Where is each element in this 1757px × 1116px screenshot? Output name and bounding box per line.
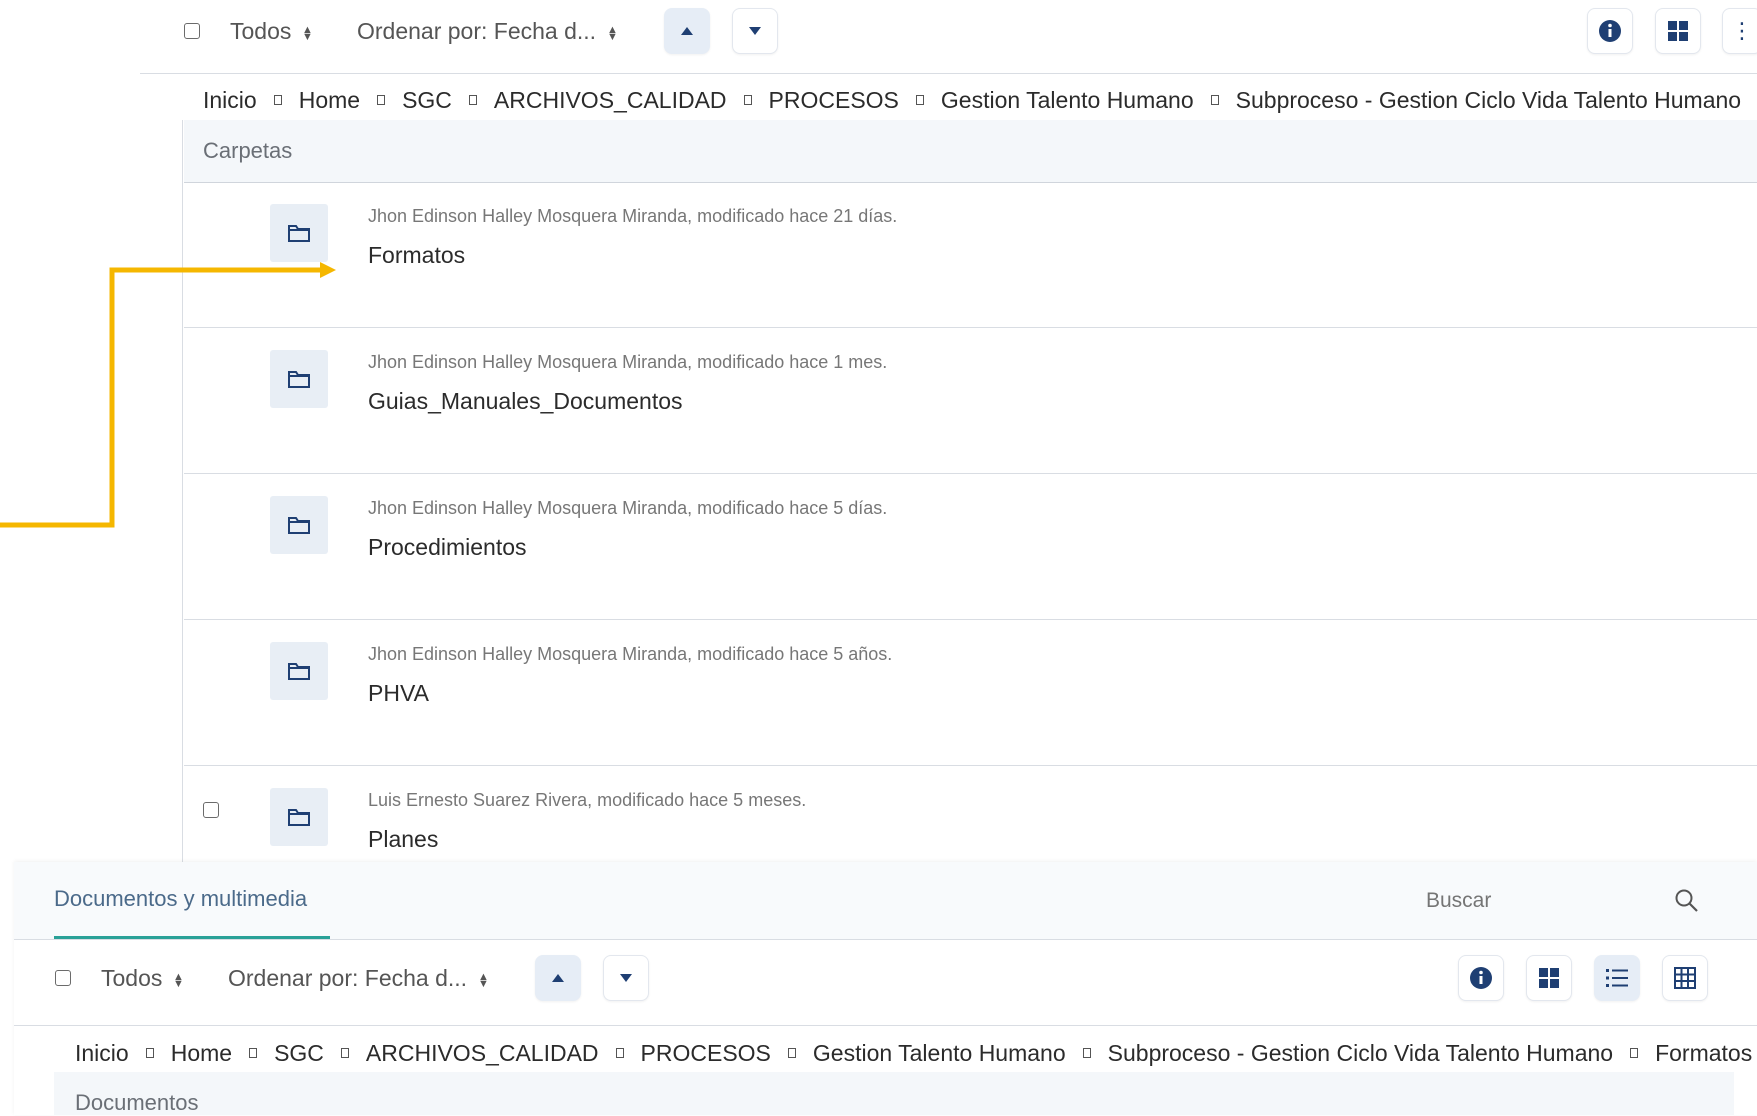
sort-descending-button[interactable]	[732, 8, 778, 54]
list-item[interactable]: Jhon Edinson Halley Mosquera Miranda, mo…	[184, 182, 1757, 328]
breadcrumb-item-gestion-talento-humano[interactable]: Gestion Talento Humano	[813, 1040, 1066, 1067]
folder-name[interactable]: PHVA	[368, 680, 429, 707]
folder-tile	[270, 642, 328, 700]
breadcrumb-separator-icon	[1210, 94, 1219, 105]
documents-panel: Documentos y multimedia Todos ▲▼ Ordenar…	[14, 862, 1757, 1115]
breadcrumb-item-inicio[interactable]: Inicio	[75, 1040, 129, 1067]
tab-documentos-multimedia[interactable]: Documentos y multimedia	[54, 862, 330, 939]
folder-meta: Jhon Edinson Halley Mosquera Miranda, mo…	[368, 206, 898, 226]
folder-name[interactable]: Planes	[368, 826, 438, 853]
breadcrumb: Inicio Home SGC ARCHIVOS_CALIDAD PROCESO…	[203, 87, 1741, 114]
search-icon[interactable]	[1674, 888, 1700, 914]
list-view-icon	[1606, 969, 1628, 987]
folder-tile	[270, 788, 328, 846]
folder-meta: Jhon Edinson Halley Mosquera Miranda, mo…	[368, 352, 888, 372]
documents-section-header: Documentos	[54, 1072, 1734, 1115]
documents-tab-bar: Documentos y multimedia	[14, 862, 1757, 940]
caret-up-icon	[681, 27, 693, 35]
sort-dropdown[interactable]: Ordenar por: Fecha d...	[357, 18, 596, 45]
info-button[interactable]	[1587, 8, 1633, 54]
list-item[interactable]: Jhon Edinson Halley Mosquera Miranda, mo…	[184, 473, 1757, 620]
docs-toolbar-divider	[14, 1025, 1757, 1026]
folder-meta: Jhon Edinson Halley Mosquera Miranda, mo…	[368, 498, 888, 518]
breadcrumb-separator-icon	[145, 1047, 154, 1058]
docs-select-all-checkbox[interactable]	[55, 970, 71, 986]
folder-icon	[288, 225, 310, 242]
search-input[interactable]	[1424, 882, 1658, 920]
select-all-updown-icon[interactable]: ▲ ▼	[302, 25, 313, 43]
breadcrumb-item-home[interactable]: Home	[299, 87, 360, 114]
docs-sort-ascending-button[interactable]	[535, 955, 581, 1001]
docs-breadcrumb: Inicio Home SGC ARCHIVOS_CALIDAD PROCESO…	[75, 1040, 1752, 1067]
folders-section-header: Carpetas	[184, 120, 1757, 183]
breadcrumb-item-procesos[interactable]: PROCESOS	[769, 87, 899, 114]
more-options-icon: ⋮	[1731, 18, 1753, 43]
docs-grid-view-button[interactable]	[1526, 955, 1572, 1001]
info-icon	[1470, 967, 1492, 989]
folder-tile	[270, 204, 328, 262]
breadcrumb-item-archivos-calidad[interactable]: ARCHIVOS_CALIDAD	[494, 87, 727, 114]
breadcrumb-separator-icon	[377, 94, 386, 105]
breadcrumb-separator-icon	[249, 1047, 258, 1058]
caret-up-icon	[552, 974, 564, 982]
folder-name[interactable]: Procedimientos	[368, 534, 527, 561]
breadcrumb-separator-icon	[915, 94, 924, 105]
toolbar-divider	[140, 73, 1757, 74]
list-item[interactable]: Luis Ernesto Suarez Rivera, modificado h…	[184, 765, 1757, 863]
breadcrumb-item-subproceso[interactable]: Subproceso - Gestion Ciclo Vida Talento …	[1108, 1040, 1613, 1067]
docs-sort-descending-button[interactable]	[603, 955, 649, 1001]
grid-view-button[interactable]	[1655, 8, 1701, 54]
folder-meta: Jhon Edinson Halley Mosquera Miranda, mo…	[368, 644, 893, 664]
tab-label: Documentos y multimedia	[54, 886, 308, 911]
folders-section-title: Carpetas	[203, 138, 293, 163]
folder-name[interactable]: Guias_Manuales_Documentos	[368, 388, 683, 415]
caret-down-icon	[749, 27, 761, 35]
breadcrumb-separator-icon	[1630, 1047, 1639, 1058]
annotation-arrow-icon	[0, 262, 336, 528]
folder-checkbox[interactable]	[203, 802, 219, 818]
list-item[interactable]: Jhon Edinson Halley Mosquera Miranda, mo…	[184, 619, 1757, 766]
breadcrumb-separator-icon	[468, 94, 477, 105]
docs-sort-updown-icon[interactable]: ▲ ▼	[478, 972, 489, 990]
breadcrumb-item-home[interactable]: Home	[171, 1040, 232, 1067]
breadcrumb-separator-icon	[273, 94, 282, 105]
breadcrumb-item-procesos[interactable]: PROCESOS	[641, 1040, 771, 1067]
docs-select-all-label[interactable]: Todos	[101, 965, 162, 992]
breadcrumb-item-sgc[interactable]: SGC	[274, 1040, 324, 1067]
breadcrumb-item-inicio[interactable]: Inicio	[203, 87, 257, 114]
documents-section-title: Documentos	[75, 1090, 199, 1115]
breadcrumb-item-gestion-talento-humano[interactable]: Gestion Talento Humano	[941, 87, 1194, 114]
folder-meta: Luis Ernesto Suarez Rivera, modificado h…	[368, 790, 807, 810]
select-all-checkbox[interactable]	[184, 23, 200, 39]
breadcrumb-separator-icon	[340, 1047, 349, 1058]
breadcrumb-item-sgc[interactable]: SGC	[402, 87, 452, 114]
breadcrumb-item-archivos-calidad[interactable]: ARCHIVOS_CALIDAD	[366, 1040, 599, 1067]
docs-table-view-button[interactable]	[1662, 955, 1708, 1001]
folder-icon	[288, 663, 310, 680]
select-all-label[interactable]: Todos	[230, 18, 291, 45]
table-view-icon	[1674, 967, 1696, 989]
info-icon	[1599, 20, 1621, 42]
breadcrumb-separator-icon	[787, 1047, 796, 1058]
list-item[interactable]: Jhon Edinson Halley Mosquera Miranda, mo…	[184, 327, 1757, 474]
grid-view-icon	[1668, 21, 1688, 41]
folder-name[interactable]: Formatos	[368, 242, 465, 269]
sort-ascending-button[interactable]	[664, 8, 710, 54]
docs-info-button[interactable]	[1458, 955, 1504, 1001]
docs-select-all-updown-icon[interactable]: ▲ ▼	[173, 972, 184, 990]
docs-list-view-button[interactable]	[1594, 955, 1640, 1001]
breadcrumb-separator-icon	[1082, 1047, 1091, 1058]
breadcrumb-item-subproceso[interactable]: Subproceso - Gestion Ciclo Vida Talento …	[1236, 87, 1741, 114]
folder-icon	[288, 809, 310, 826]
breadcrumb-item-formatos[interactable]: Formatos	[1655, 1040, 1752, 1067]
breadcrumb-separator-icon	[615, 1047, 624, 1058]
more-options-button[interactable]: ⋮	[1722, 8, 1757, 54]
grid-view-icon	[1539, 968, 1559, 988]
docs-sort-dropdown[interactable]: Ordenar por: Fecha d...	[228, 965, 467, 992]
caret-down-icon	[620, 974, 632, 982]
breadcrumb-separator-icon	[743, 94, 752, 105]
sort-updown-icon[interactable]: ▲ ▼	[607, 25, 618, 43]
